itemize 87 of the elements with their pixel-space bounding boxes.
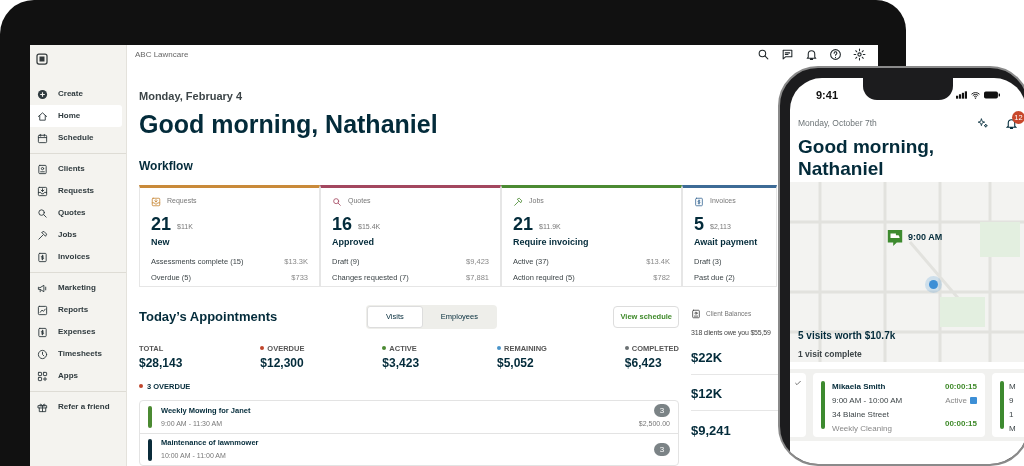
greeting-heading: Good morning, Nathaniel xyxy=(139,109,438,140)
visit-total: 00:00:15 xyxy=(944,417,977,430)
truck-pin-icon xyxy=(886,228,904,248)
dollar-document-icon xyxy=(37,251,48,263)
battery-icon xyxy=(984,91,1000,99)
date-text: Monday, October 7th xyxy=(798,117,877,130)
section-title: Workflow xyxy=(139,158,193,176)
pin-time: 9:00 AM xyxy=(908,231,943,245)
clock-icon xyxy=(37,348,48,360)
sidebar-item[interactable]: Home xyxy=(30,105,122,127)
client-name: Mikaela Smith xyxy=(832,380,887,393)
count-badge: 3 xyxy=(654,443,670,456)
dollar-document-icon xyxy=(37,326,48,338)
sidebar-item[interactable]: Refer a friend xyxy=(30,396,122,418)
checkmark-icon xyxy=(794,378,802,387)
sidebar-item[interactable]: Expenses xyxy=(30,321,122,343)
sidebar-item[interactable]: Clients xyxy=(30,158,122,180)
status-time: 9:41 xyxy=(816,87,839,103)
visit-time: 9:00 AM - 10:00 AM xyxy=(832,394,904,407)
wifi-icon xyxy=(970,90,981,100)
visits-summary: 5 visits worth $10.7k xyxy=(797,329,897,343)
card-status: Require invoicing xyxy=(513,235,590,249)
card-status: Approved xyxy=(332,235,375,249)
visit-address: 34 Blaine Street xyxy=(832,408,890,421)
sparkle-icon[interactable] xyxy=(976,117,989,130)
inbox-icon xyxy=(151,196,161,207)
contact-card-icon xyxy=(37,163,48,175)
sidebar-item[interactable]: Jobs xyxy=(30,224,122,246)
status-square xyxy=(970,397,977,405)
contact-card-icon xyxy=(691,309,701,320)
hammer-icon xyxy=(37,229,48,241)
dollar-document-icon xyxy=(694,196,704,207)
sidebar-item[interactable]: Reports xyxy=(30,299,122,321)
card-count: 21 xyxy=(513,214,534,233)
visit-card[interactable]: Mikaela Smith 9:00 AM - 10:00 AM 34 Blaine Street Weekly Cleaning 00:00:15 Active 00:00:15 xyxy=(813,372,985,437)
magnifier-icon xyxy=(37,207,48,219)
visit-text: M xyxy=(1009,380,1016,393)
visit-text: 9 xyxy=(1009,394,1015,407)
balance-value: $9,241 xyxy=(691,421,732,440)
visit-text: M xyxy=(1009,422,1016,435)
date-text: Monday, February 4 xyxy=(139,88,243,104)
stat-value: $12,300 xyxy=(260,354,305,372)
company-name: ABC Lawncare xyxy=(135,48,189,61)
sidebar-item[interactable]: Requests xyxy=(30,180,122,202)
visit-service: Weekly Cleaning xyxy=(832,422,893,435)
sidebar-item[interactable]: Timesheets xyxy=(30,343,122,365)
chart-icon xyxy=(37,304,48,316)
visit-status: Active xyxy=(945,394,967,407)
sidebar-item[interactable]: Quotes xyxy=(30,202,122,224)
sidebar-item[interactable]: Schedule xyxy=(30,127,122,149)
help-icon[interactable] xyxy=(829,48,842,62)
notifications-icon[interactable] xyxy=(805,48,818,62)
status-bar xyxy=(1000,380,1004,429)
visit-card[interactable]: M 9 1 M xyxy=(992,372,1024,437)
search-icon[interactable] xyxy=(757,48,770,62)
house-icon xyxy=(37,110,48,122)
card-status: New xyxy=(151,235,171,249)
settings-icon[interactable] xyxy=(853,48,866,62)
card-count: 21 xyxy=(151,214,172,233)
sidebar-item[interactable]: Marketing xyxy=(30,277,122,299)
megaphone-icon xyxy=(37,282,48,294)
count-badge: 3 xyxy=(654,404,670,418)
inbox-icon xyxy=(37,185,48,197)
hammer-icon xyxy=(513,196,523,207)
stat-value: $6,423 xyxy=(624,354,663,372)
signal-icon xyxy=(956,91,967,99)
card-count: 5 xyxy=(694,214,704,233)
stat-value: $3,423 xyxy=(382,354,420,372)
stat-value: $28,143 xyxy=(139,354,183,372)
card-status: Await payment xyxy=(694,235,759,249)
section-title: Today’s Appointments xyxy=(139,308,279,327)
card-count: 16 xyxy=(332,214,353,233)
visit-text: 1 xyxy=(1009,408,1015,421)
sidebar-item[interactable]: Apps xyxy=(30,365,122,387)
sidebar-item[interactable]: Invoices xyxy=(30,246,122,268)
magnifier-icon xyxy=(332,196,342,207)
calendar-icon xyxy=(37,132,48,144)
status-bar xyxy=(821,380,825,429)
stat-value: $5,052 xyxy=(497,354,535,372)
chat-icon[interactable] xyxy=(781,48,794,62)
apps-grid-icon xyxy=(37,370,48,382)
plus-circle-icon xyxy=(37,88,48,100)
app-logo-icon xyxy=(36,53,48,65)
gift-icon xyxy=(37,401,48,413)
greeting-heading: Good morning, Nathaniel xyxy=(797,136,936,180)
visit-timer: 00:00:15 xyxy=(944,380,977,393)
sidebar-item[interactable]: Create xyxy=(30,83,122,105)
